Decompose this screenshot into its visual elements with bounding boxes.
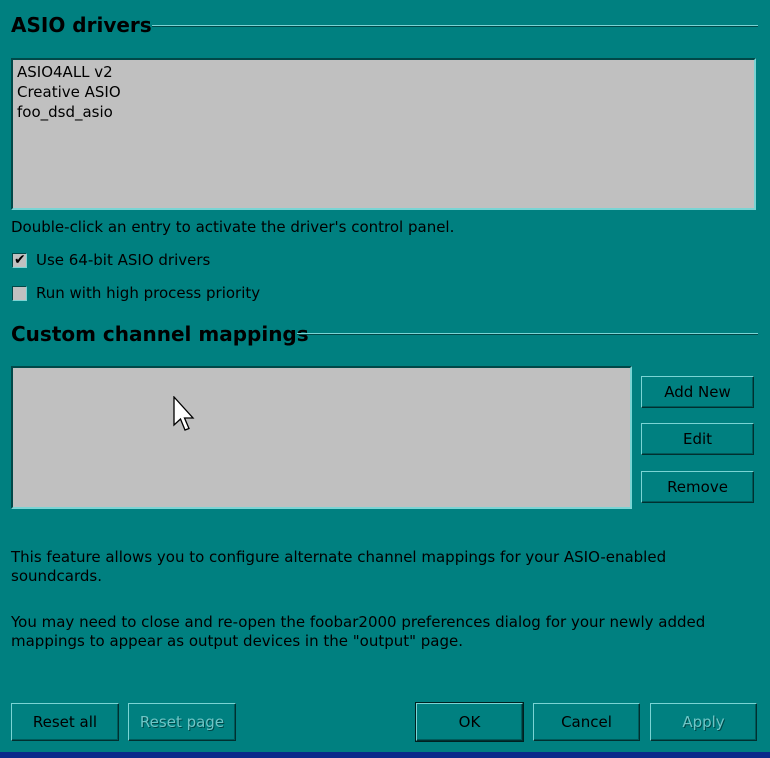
use-64bit-label[interactable]: Use 64-bit ASIO drivers [36, 251, 210, 270]
reset-page-button[interactable]: Reset page [128, 703, 236, 741]
channel-mappings-divider [297, 333, 758, 335]
reset-all-button[interactable]: Reset all [11, 703, 119, 741]
mapping-info-line-1: This feature allows you to configure alt… [11, 548, 667, 566]
mouse-cursor-icon [173, 396, 195, 431]
driver-item[interactable]: ASIO4ALL v2 [15, 62, 754, 82]
mapping-info-line-3: You may need to close and re-open the fo… [11, 613, 706, 631]
checkmark-icon: ✔ [14, 252, 26, 268]
channel-mappings-heading: Custom channel mappings [11, 322, 309, 346]
asio-drivers-heading: ASIO drivers [11, 13, 152, 37]
edit-button[interactable]: Edit [641, 423, 754, 455]
remove-button[interactable]: Remove [641, 471, 754, 503]
use-64bit-option[interactable]: ✔ Use 64-bit ASIO drivers [12, 251, 210, 270]
use-64bit-checkbox[interactable]: ✔ [12, 252, 27, 268]
asio-driver-list[interactable]: ASIO4ALL v2 Creative ASIO foo_dsd_asio [11, 58, 756, 210]
driver-item[interactable]: foo_dsd_asio [15, 102, 754, 122]
channel-mappings-list[interactable] [11, 366, 632, 509]
high-priority-label[interactable]: Run with high process priority [36, 284, 260, 303]
high-priority-option[interactable]: Run with high process priority [12, 284, 260, 303]
driver-item[interactable]: Creative ASIO [15, 82, 754, 102]
mapping-info-line-4: mappings to appear as output devices in … [11, 632, 464, 650]
driver-hint-text: Double-click an entry to activate the dr… [11, 218, 455, 236]
apply-button[interactable]: Apply [650, 703, 757, 741]
ok-button[interactable]: OK [415, 702, 524, 742]
mapping-info-line-2: soundcards. [11, 567, 102, 585]
high-priority-checkbox[interactable] [12, 286, 27, 301]
asio-drivers-divider [152, 25, 758, 27]
add-new-button[interactable]: Add New [641, 376, 754, 408]
cancel-button[interactable]: Cancel [533, 703, 640, 741]
taskbar-strip [0, 752, 770, 758]
